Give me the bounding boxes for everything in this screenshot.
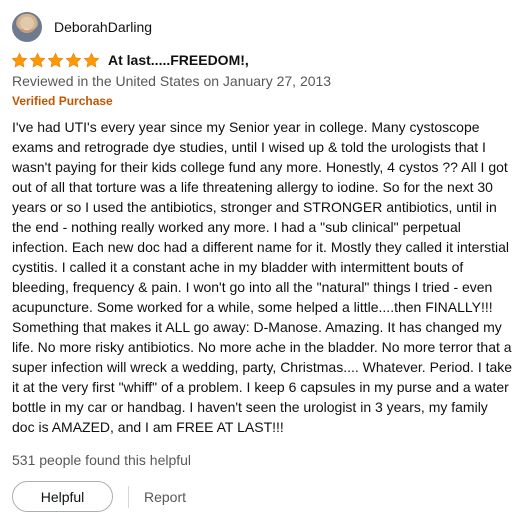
star-icon <box>29 52 46 69</box>
star-icon <box>65 52 82 69</box>
reviewer-name[interactable]: DeborahDarling <box>54 19 152 35</box>
action-divider <box>128 485 129 508</box>
review-title[interactable]: At last.....FREEDOM!, <box>108 51 249 69</box>
star-icon <box>11 52 28 69</box>
helpful-button[interactable]: Helpful <box>12 481 113 512</box>
customer-review: DeborahDarling At last.....FREEDOM!, Rev… <box>11 12 513 512</box>
five-star-rating <box>11 52 100 69</box>
review-date: Reviewed in the United States on January… <box>12 73 332 89</box>
reviewer-profile[interactable]: DeborahDarling <box>12 12 512 42</box>
review-body: I've had UTI's every year since my Senio… <box>12 119 513 435</box>
report-link[interactable]: Report <box>144 489 186 505</box>
profile-avatar[interactable] <box>12 12 42 42</box>
verified-purchase-badge: Verified Purchase <box>12 94 113 108</box>
star-icon <box>47 52 64 69</box>
helpful-count: 531 people found this helpful <box>12 452 192 468</box>
review-actions: Helpful Report <box>12 481 512 512</box>
star-icon <box>83 52 100 69</box>
review-title-row: At last.....FREEDOM!, <box>11 50 512 70</box>
